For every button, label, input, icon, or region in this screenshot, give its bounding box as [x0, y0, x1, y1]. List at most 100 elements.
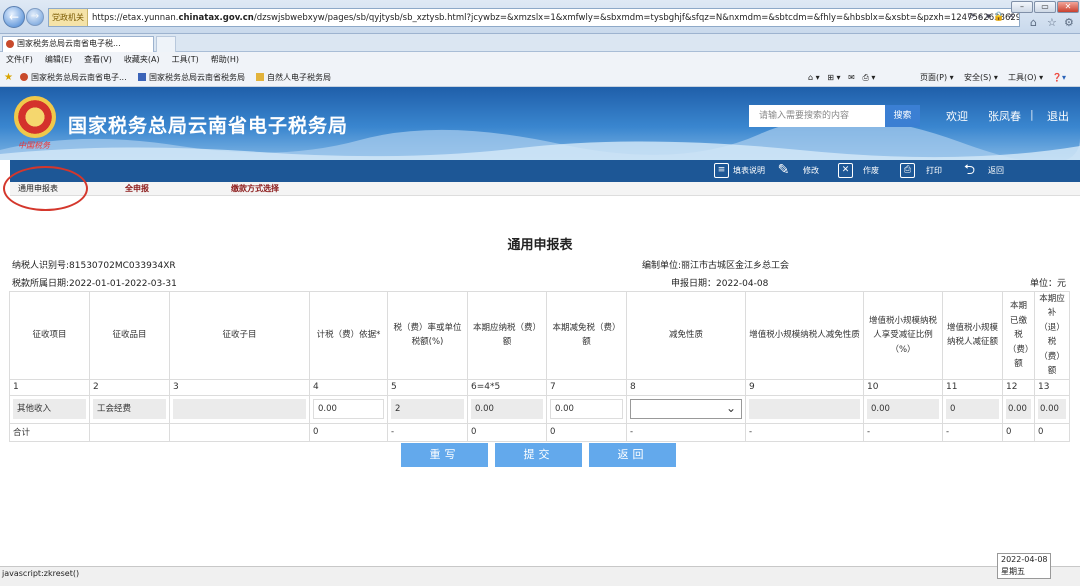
- col-header: 本期应补（退）税（费）额: [1034, 291, 1070, 380]
- reset-button[interactable]: 重写: [401, 443, 488, 467]
- col-number: 12: [1002, 378, 1035, 396]
- search-button[interactable]: 搜索: [885, 105, 920, 127]
- divider: |: [1030, 108, 1034, 121]
- col-number: 11: [942, 378, 1003, 396]
- form-title: 通用申报表: [507, 238, 573, 253]
- void-doc-icon: ✕: [838, 163, 853, 178]
- col-number: 13: [1034, 378, 1070, 396]
- menu-tools[interactable]: 工具(T): [172, 55, 199, 64]
- site-title: 国家税务总局云南省电子税务局: [68, 115, 349, 137]
- return-button[interactable]: 返回: [589, 443, 676, 467]
- col-header: 增值税小规模纳税人减免性质: [745, 291, 864, 380]
- favicon-icon: [6, 40, 14, 48]
- back-button[interactable]: ⮌ 返回: [962, 160, 1004, 182]
- search-input[interactable]: 请输入需要搜索的内容: [749, 105, 885, 127]
- col-header: 增值税小规模纳税人享受减征比例（%）: [863, 291, 943, 380]
- back-arrow-icon[interactable]: ←: [3, 6, 25, 28]
- taxpayer-id: 纳税人识别号:81530702MC033934XR: [12, 261, 176, 271]
- rate-cell: 2: [391, 399, 464, 420]
- tab-strip: 国家税务总局云南省电子税...: [0, 34, 1080, 52]
- unit-name: 编制单位:丽江市古城区金江乡总工会: [642, 261, 790, 271]
- currency-unit: 单位：元: [1030, 279, 1067, 289]
- emblem-caption: 中国税务: [18, 141, 50, 150]
- menu-favorites[interactable]: 收藏夹(A): [124, 55, 160, 64]
- col-number: 6=4*5: [467, 378, 547, 396]
- page-menu[interactable]: 页面(P) ▾: [920, 68, 954, 87]
- help-icon[interactable]: ❓▾: [1052, 68, 1066, 87]
- col-header: 增值税小规模纳税人减征额: [942, 291, 1003, 380]
- tab-full-declare[interactable]: 全申报: [125, 182, 149, 196]
- command-icons[interactable]: ⌂ ▾ ⊞ ▾ ✉ ⎙ ▾: [808, 68, 875, 87]
- favorite-item[interactable]: 自然人电子税务局: [256, 68, 331, 87]
- tab-payment-method[interactable]: 缴款方式选择: [231, 182, 279, 196]
- menu-help[interactable]: 帮助(H): [211, 55, 239, 64]
- url-action-icons[interactable]: ⟳ ⌕ ▾ 🔒 ✕: [968, 9, 1015, 26]
- document-icon: ≡: [714, 163, 729, 178]
- basis-input[interactable]: 0.00: [313, 399, 384, 420]
- forward-arrow-icon[interactable]: →: [26, 8, 44, 26]
- home-icon[interactable]: ⌂: [1030, 16, 1037, 29]
- total-cell: 0: [1034, 422, 1070, 442]
- total-cell: 0: [309, 422, 388, 442]
- new-tab-button[interactable]: [156, 36, 176, 52]
- col-number: 7: [546, 378, 627, 396]
- user-name[interactable]: 张凤春: [988, 108, 1021, 124]
- return-arrow-icon: ⮌: [963, 162, 976, 178]
- col-number: 4: [309, 378, 388, 396]
- col-header: 征收项目: [9, 291, 90, 380]
- star-icon[interactable]: ☆: [1047, 16, 1057, 29]
- tax-emblem-icon: [14, 96, 56, 138]
- browser-tab[interactable]: 国家税务总局云南省电子税...: [2, 36, 154, 52]
- minimize-icon[interactable]: –: [1011, 1, 1033, 13]
- help-button[interactable]: ≡ 填表说明: [714, 160, 765, 182]
- favorite-item[interactable]: 国家税务总局云南省税务局: [138, 68, 245, 87]
- favorite-item[interactable]: 国家税务总局云南省电子...: [20, 68, 127, 87]
- sub2-cell: [173, 399, 306, 420]
- table-row: 其他收入 工会经费 0.00 2 0.00 0.00 0.00 0 0.00 0…: [9, 394, 1070, 424]
- col-number: 1: [9, 378, 90, 396]
- menu-edit[interactable]: 编辑(E): [45, 55, 72, 64]
- declaration-table: 征收项目 征收品目 征收子目 计税（费）依据* 税（费）率或单位税额(%) 本期…: [9, 291, 1070, 442]
- menu-view[interactable]: 查看(V): [84, 55, 112, 64]
- column-number-row: 1 2 3 4 5 6=4*5 7 8 9 10 11 12 13: [9, 378, 1070, 396]
- total-cell: -: [387, 422, 468, 442]
- url-field[interactable]: 党政机关 https://etax.yunnan.chinatax.gov.cn/…: [48, 8, 1020, 27]
- welcome-text: 欢迎: [946, 110, 968, 123]
- gear-icon[interactable]: ⚙: [1064, 16, 1074, 29]
- sub-tabs: 通用申报表 全申报 缴款方式选择: [10, 182, 1080, 196]
- menu-file[interactable]: 文件(F): [6, 55, 33, 64]
- col-header: 本期应纳税（费）额: [467, 291, 547, 380]
- relief-type-select[interactable]: [630, 399, 742, 420]
- close-icon[interactable]: ✕: [1057, 1, 1079, 13]
- action-toolbar: ≡ 填表说明 ✎ 修改 ✕ 作废 ⎙ 打印 ⮌ 返回: [10, 160, 1080, 182]
- edit-button[interactable]: ✎ 修改: [776, 160, 819, 182]
- total-row: 合计 0 - 0 0 - - - - 0 0: [9, 422, 1070, 442]
- tools-menu[interactable]: 工具(O) ▾: [1008, 68, 1043, 87]
- col-number: 5: [387, 378, 468, 396]
- col-number: 3: [169, 378, 310, 396]
- highlight-circle: [3, 166, 88, 211]
- col-header: 征收子目: [169, 291, 310, 380]
- print-button[interactable]: ⎙ 打印: [900, 160, 942, 182]
- total-cell: -: [942, 422, 1003, 442]
- paid-cell: 0.00: [1006, 399, 1031, 420]
- col-number: 9: [745, 378, 864, 396]
- col-header: 税（费）率或单位税额(%): [387, 291, 468, 380]
- favorites-star-icon[interactable]: ★: [4, 68, 13, 87]
- safety-menu[interactable]: 安全(S) ▾: [964, 68, 998, 87]
- report-date: 申报日期：2022-04-08: [671, 279, 769, 289]
- subitem-cell: 工会经费: [93, 399, 166, 420]
- menu-bar: 文件(F) 编辑(E) 查看(V) 收藏夹(A) 工具(T) 帮助(H): [0, 52, 1080, 68]
- tax-period: 税款所属日期:2022-01-01-2022-03-31: [12, 279, 177, 289]
- total-cell: -: [626, 422, 746, 442]
- submit-button[interactable]: 提交: [495, 443, 582, 467]
- logout-link[interactable]: 退出: [1047, 108, 1069, 124]
- relief-input[interactable]: 0.00: [550, 399, 623, 420]
- restore-icon[interactable]: ▭: [1034, 1, 1056, 13]
- col-header: 征收品目: [89, 291, 170, 380]
- total-cell: 0: [546, 422, 627, 442]
- gov-badge: 党政机关: [49, 9, 88, 26]
- due-cell: 0.00: [1038, 399, 1066, 420]
- col-header: 计税（费）依据*: [309, 291, 388, 380]
- void-button[interactable]: ✕ 作废: [838, 160, 879, 182]
